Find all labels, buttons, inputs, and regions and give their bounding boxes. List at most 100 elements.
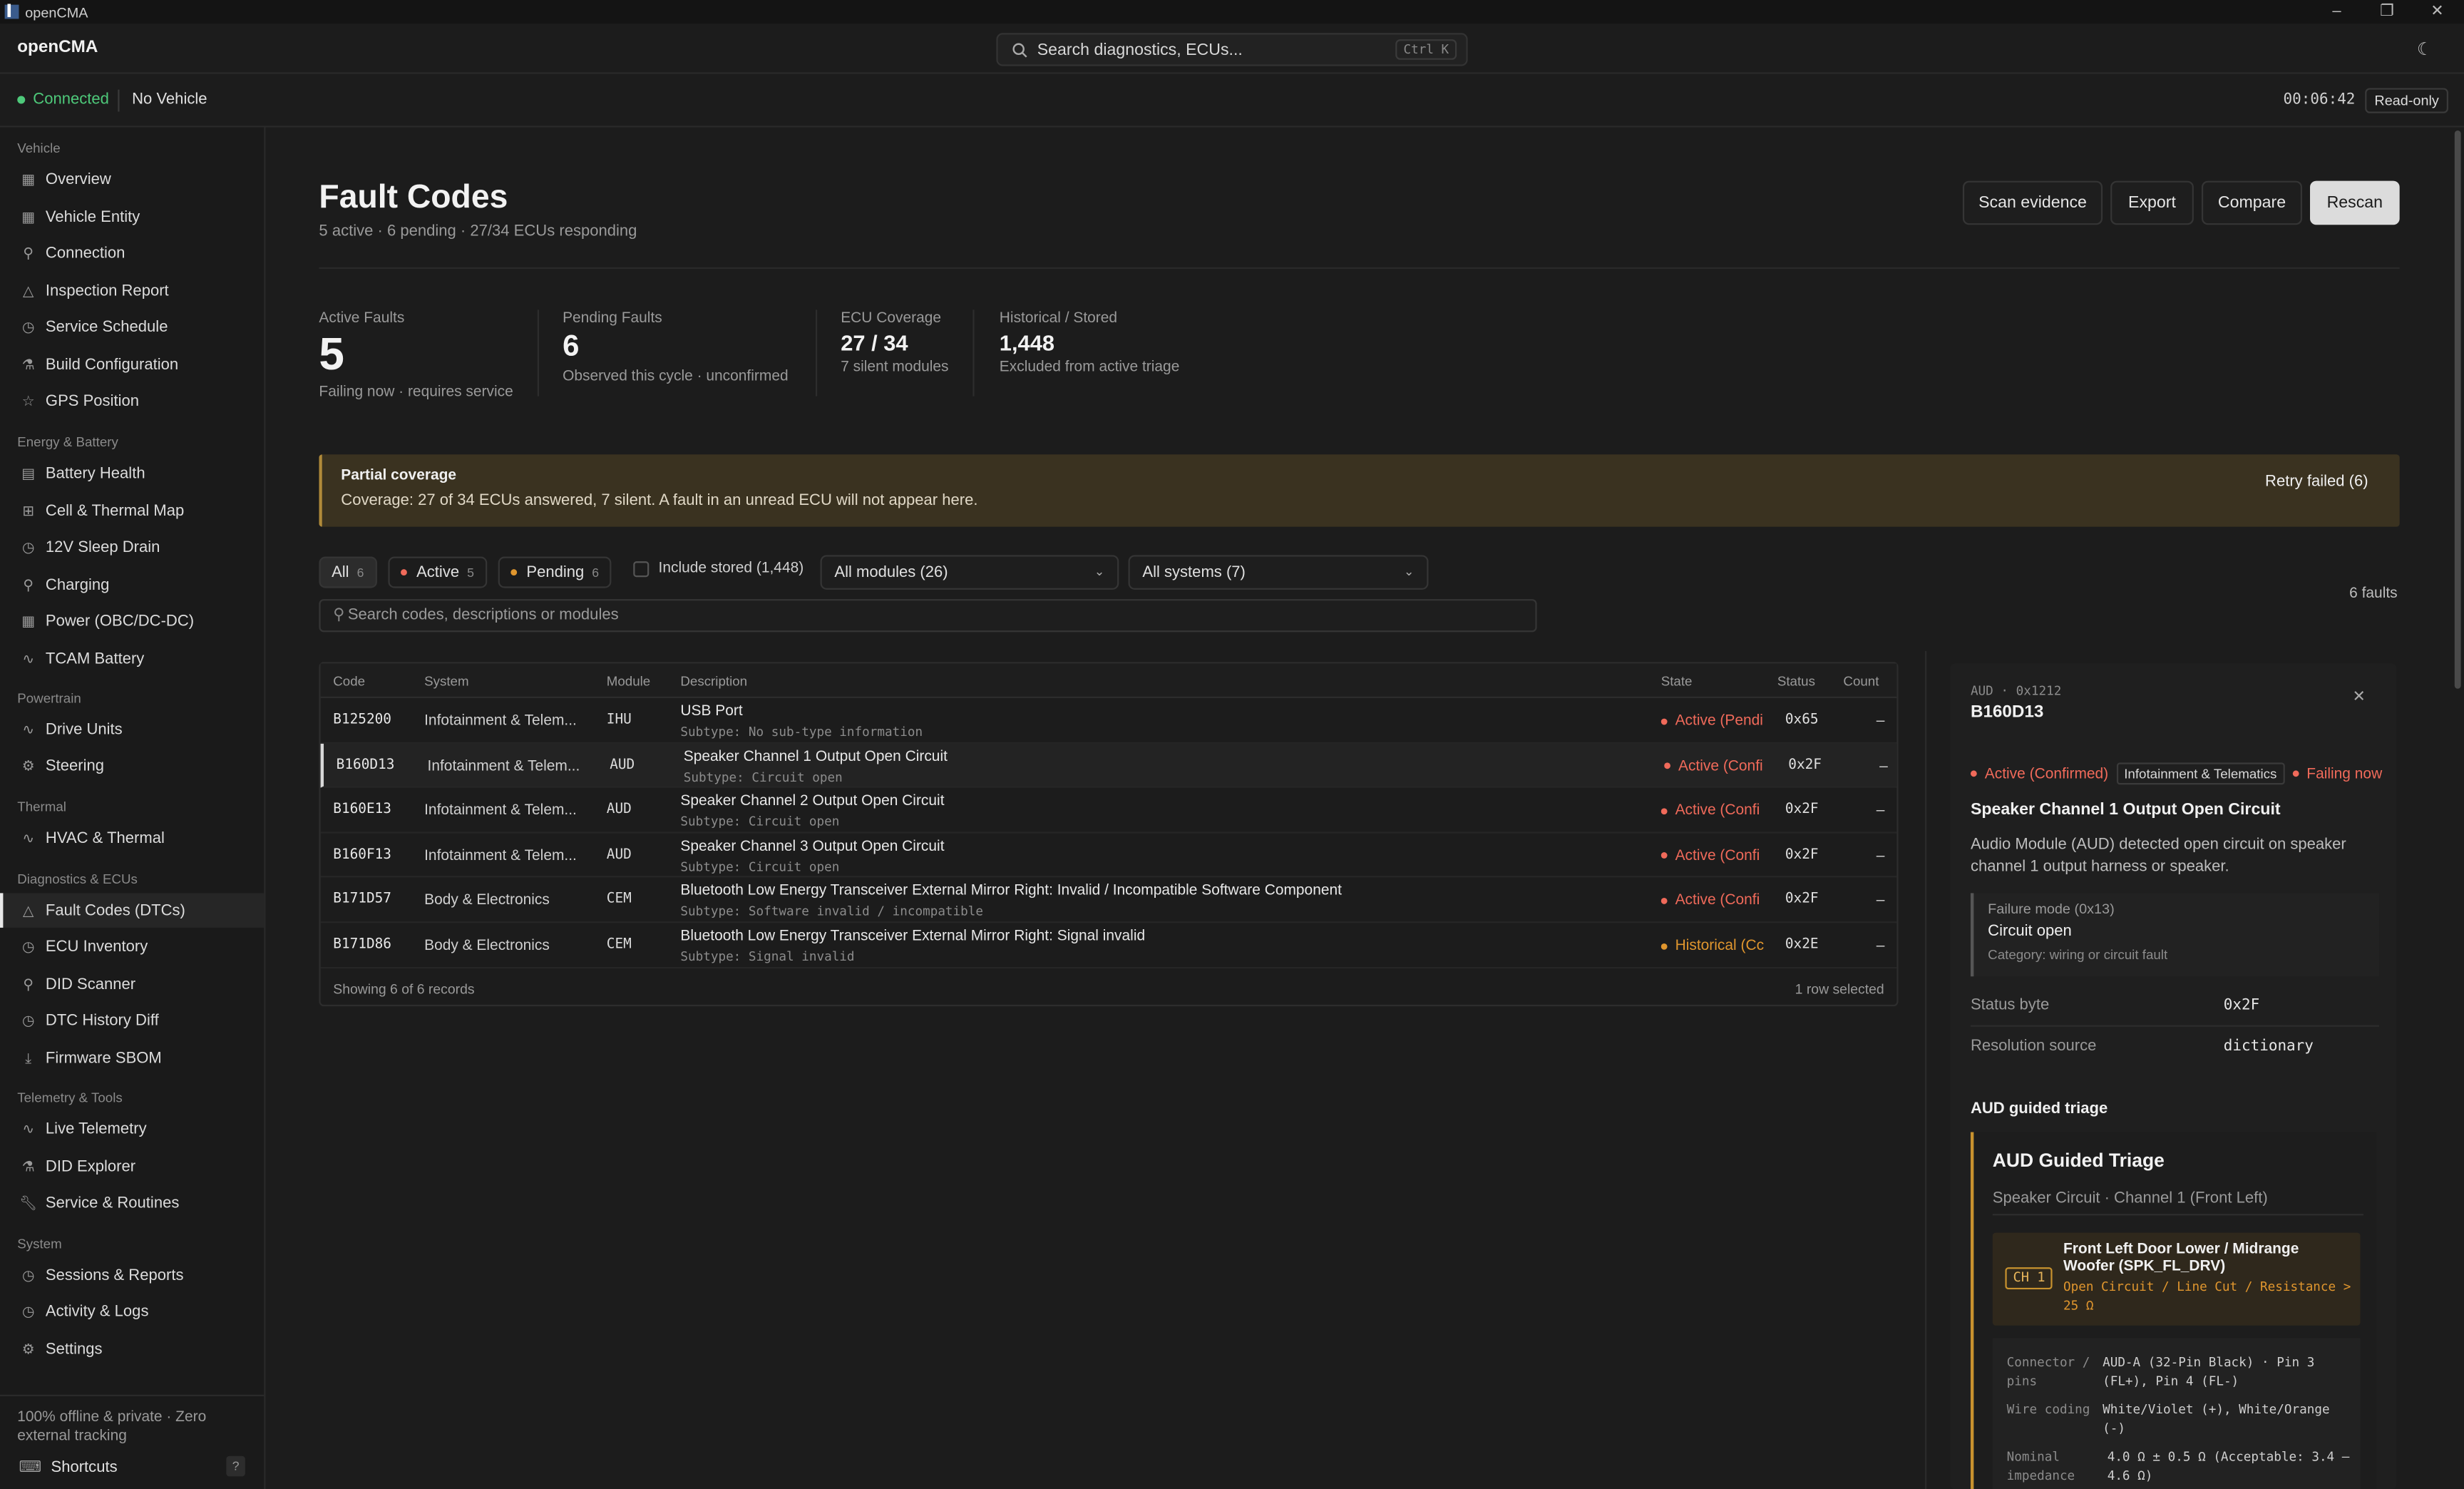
checkbox-icon[interactable] bbox=[633, 561, 650, 577]
filter-pending-chip[interactable]: Pending 6 bbox=[498, 556, 612, 588]
maximize-icon[interactable]: ❐ bbox=[2362, 0, 2413, 24]
close-window-icon[interactable]: ✕ bbox=[2412, 0, 2463, 24]
sidebar-item-did-explorer[interactable]: ⚗ DID Explorer bbox=[0, 1150, 264, 1184]
column-header-description[interactable]: Description bbox=[680, 673, 747, 689]
status-dot-icon bbox=[1970, 770, 1977, 777]
export-button[interactable]: Export bbox=[2110, 180, 2194, 225]
table-row[interactable]: B125200 Infotainment & Telem... IHU USB … bbox=[320, 698, 1897, 744]
moon-icon[interactable]: ☾ bbox=[2417, 39, 2433, 59]
table-row[interactable]: B171D86 Body & Electronics CEM Bluetooth… bbox=[320, 923, 1897, 968]
modules-select[interactable]: All modules (26) ⌄ bbox=[820, 555, 1119, 590]
cell-count: – bbox=[1876, 846, 1885, 865]
scan-evidence-button[interactable]: Scan evidence bbox=[1962, 180, 2103, 225]
minimize-icon[interactable]: – bbox=[2311, 0, 2362, 24]
chip-count: 6 bbox=[356, 565, 364, 580]
sidebar-item-activity-logs[interactable]: ◷ Activity & Logs bbox=[0, 1294, 264, 1329]
compare-button[interactable]: Compare bbox=[2201, 180, 2303, 225]
sidebar-item-label: Steering bbox=[45, 757, 105, 774]
failure-category: Category: wiring or circuit fault bbox=[1988, 946, 2168, 963]
sidebar-item-connection[interactable]: ⚲ Connection bbox=[0, 236, 264, 271]
sidebar-item-steering[interactable]: ⚙ Steering bbox=[0, 749, 264, 784]
grid-icon: ▦ bbox=[21, 208, 36, 225]
sidebar-item-dtc-history-diff[interactable]: ◷ DTC History Diff bbox=[0, 1003, 264, 1038]
sidebar-item-fault-codes[interactable]: △ Fault Codes (DTCs) bbox=[0, 893, 265, 928]
divider bbox=[972, 309, 975, 396]
table-search-input[interactable]: ⚲ Search codes, descriptions or modules bbox=[319, 599, 1537, 633]
cell-subtype: Subtype: No sub-type information bbox=[680, 725, 923, 740]
state-label: Active (Confi bbox=[1675, 892, 1760, 910]
session-timer: 00:06:42 bbox=[2283, 91, 2356, 109]
channel-name: Front Left Door Lower / Midrange Woofer … bbox=[2063, 1240, 2299, 1276]
scrollbar-thumb[interactable] bbox=[2454, 131, 2461, 689]
sidebar-item-12v-sleep-drain[interactable]: ◷ 12V Sleep Drain bbox=[0, 530, 264, 565]
spec-key: Nominal impedance bbox=[2006, 1449, 2075, 1483]
sidebar-item-charging[interactable]: ⚲ Charging bbox=[0, 568, 264, 603]
table-header: Code System Module Description State Sta… bbox=[320, 663, 1897, 698]
cell-subtype: Subtype: Signal invalid bbox=[680, 949, 855, 964]
close-icon[interactable]: ✕ bbox=[2353, 689, 2366, 706]
sidebar-item-inspection-report[interactable]: △ Inspection Report bbox=[0, 274, 264, 309]
column-header-count[interactable]: Count bbox=[1843, 673, 1879, 689]
system-tag: Infotainment & Telematics bbox=[2116, 762, 2285, 785]
sidebar-item-power[interactable]: ▦ Power (OBC/DC-DC) bbox=[0, 604, 264, 639]
plug-icon: ⚲ bbox=[23, 576, 34, 593]
column-header-module[interactable]: Module bbox=[607, 673, 650, 689]
shortcuts-button[interactable]: ⌨ Shortcuts ? bbox=[0, 1451, 264, 1483]
sidebar-item-label: Cell & Thermal Map bbox=[45, 502, 185, 520]
app-icon: ▍ bbox=[4, 4, 19, 19]
sidebar-item-battery-health[interactable]: ▤ Battery Health bbox=[0, 456, 264, 491]
sidebar-item-ecu-inventory[interactable]: ◷ ECU Inventory bbox=[0, 929, 264, 964]
sidebar-item-service-schedule[interactable]: ◷ Service Schedule bbox=[0, 309, 264, 344]
sidebar-item-hvac-thermal[interactable]: ∿ HVAC & Thermal bbox=[0, 821, 264, 856]
page-subtitle: 5 active · 6 pending · 27/34 ECUs respon… bbox=[319, 223, 637, 241]
sidebar-item-firmware-sbom[interactable]: ⤓ Firmware SBOM bbox=[0, 1041, 264, 1076]
cell-status: 0x2F bbox=[1788, 757, 1822, 773]
column-header-state[interactable]: State bbox=[1661, 673, 1693, 689]
fault-count: 6 faults bbox=[2349, 585, 2398, 603]
stat-value: 6 bbox=[563, 330, 580, 364]
table-row[interactable]: B160F13 Infotainment & Telem... AUD Spea… bbox=[320, 833, 1897, 879]
column-header-status[interactable]: Status bbox=[1777, 673, 1815, 689]
filter-active-chip[interactable]: Active 5 bbox=[388, 556, 487, 588]
column-header-code[interactable]: Code bbox=[333, 673, 365, 689]
sidebar-item-settings[interactable]: ⚙ Settings bbox=[0, 1332, 264, 1367]
sidebar-item-label: GPS Position bbox=[45, 392, 140, 410]
sidebar-item-cell-thermal-map[interactable]: ⊞ Cell & Thermal Map bbox=[0, 493, 264, 528]
cell-status: 0x2F bbox=[1785, 802, 1819, 818]
sidebar-item-live-telemetry[interactable]: ∿ Live Telemetry bbox=[0, 1112, 264, 1147]
table-row[interactable]: B160D13 Infotainment & Telem... AUD Spea… bbox=[320, 743, 1897, 789]
sidebar-item-service-routines[interactable]: 🔧︎ Service & Routines bbox=[0, 1185, 264, 1220]
global-search[interactable]: Search diagnostics, ECUs... Ctrl K bbox=[996, 33, 1468, 66]
retry-failed-button[interactable]: Retry failed (6) bbox=[2265, 474, 2368, 491]
column-header-system[interactable]: System bbox=[424, 673, 468, 689]
filter-all-chip[interactable]: All 6 bbox=[319, 556, 377, 588]
connection-status: Connected bbox=[17, 91, 109, 108]
sidebar-item-label: Power (OBC/DC-DC) bbox=[45, 612, 195, 630]
sidebar-section-telemetry: Telemetry & Tools bbox=[17, 1089, 123, 1106]
detail-code: B160D13 bbox=[1970, 702, 2044, 722]
sidebar-item-overview[interactable]: ▦ Overview bbox=[0, 162, 264, 197]
stat-sub: Failing now · requires service bbox=[319, 383, 513, 401]
systems-select[interactable]: All systems (7) ⌄ bbox=[1128, 555, 1429, 590]
sidebar-item-build-configuration[interactable]: ⚗ Build Configuration bbox=[0, 347, 264, 382]
include-stored-checkbox[interactable]: Include stored (1,448) bbox=[633, 560, 804, 577]
page-title: Fault Codes bbox=[319, 179, 508, 216]
sidebar-item-gps-position[interactable]: ☆ GPS Position bbox=[0, 384, 264, 419]
sidebar-item-drive-units[interactable]: ∿ Drive Units bbox=[0, 712, 264, 747]
chip-label: All bbox=[332, 563, 349, 581]
table-row[interactable]: B171D57 Body & Electronics CEM Bluetooth… bbox=[320, 878, 1897, 923]
sidebar-item-label: Connection bbox=[45, 244, 125, 262]
status-dot-icon bbox=[17, 96, 26, 104]
stat-label: Active Faults bbox=[319, 309, 405, 327]
sidebar-item-sessions-reports[interactable]: ◷ Sessions & Reports bbox=[0, 1258, 264, 1293]
sidebar-item-did-scanner[interactable]: ⚲ DID Scanner bbox=[0, 967, 264, 1002]
sidebar-item-tcam-battery[interactable]: ∿ TCAM Battery bbox=[0, 642, 264, 677]
table-row[interactable]: B160E13 Infotainment & Telem... AUD Spea… bbox=[320, 788, 1897, 834]
cell-count: – bbox=[1876, 937, 1885, 955]
rescan-button[interactable]: Rescan bbox=[2310, 180, 2400, 225]
spec-value: AUD-A (32-Pin Black) · Pin 3 (FL+), Pin … bbox=[2103, 1355, 2315, 1388]
cell-state: Historical (Cc bbox=[1660, 937, 1765, 954]
sidebar-item-label: Sessions & Reports bbox=[45, 1267, 184, 1284]
state-label: Active (Confi bbox=[1675, 846, 1760, 865]
sidebar-item-vehicle-entity[interactable]: ▦ Vehicle Entity bbox=[0, 200, 264, 235]
